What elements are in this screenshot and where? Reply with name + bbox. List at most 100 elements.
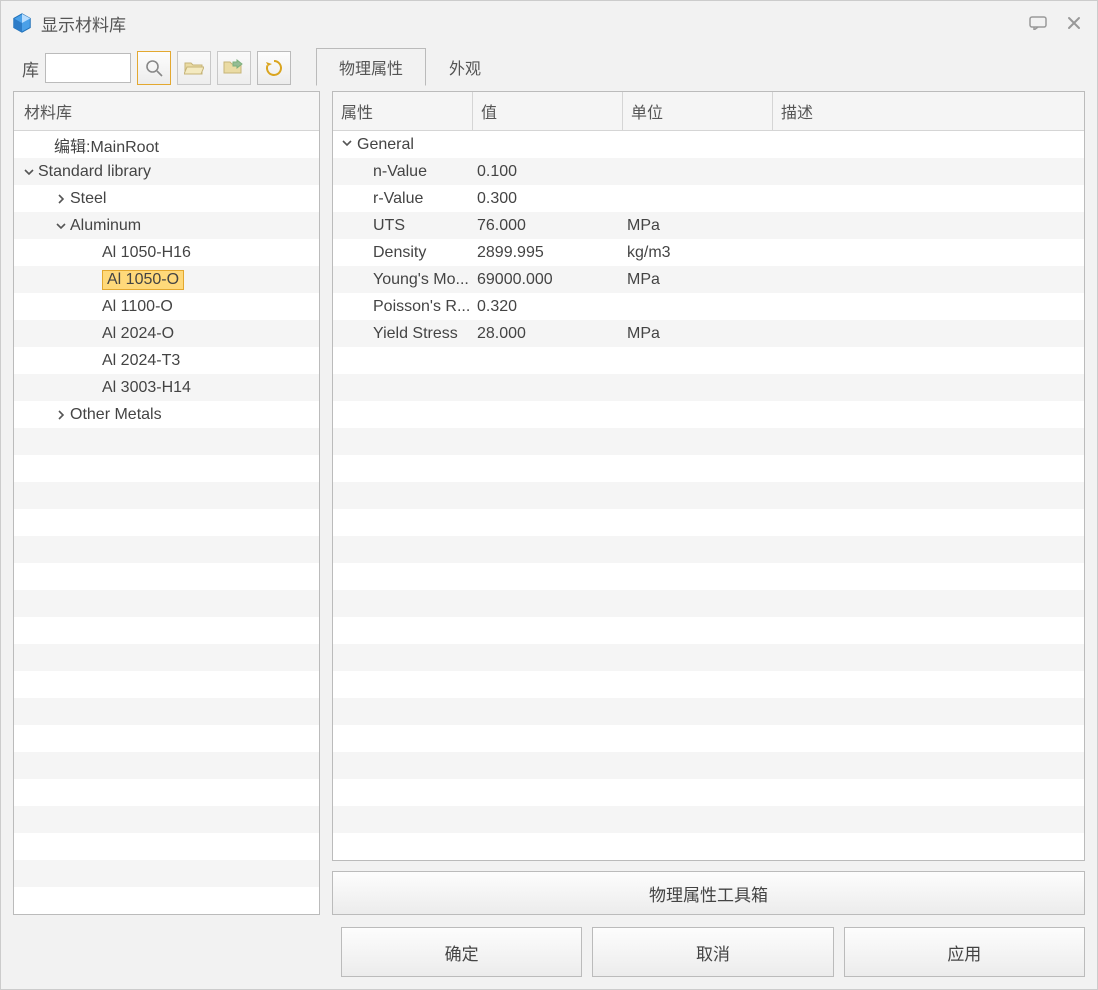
material-tree[interactable]: 编辑:MainRootStandard library Steel Aluminum… (14, 131, 319, 914)
grid-row[interactable]: General (333, 131, 1084, 158)
physical-toolbox-button[interactable]: 物理属性工具箱 (332, 871, 1085, 915)
export-folder-button[interactable] (217, 51, 251, 85)
tree-item-label: Al 1100-O (102, 298, 173, 316)
tree-item-label: Steel (70, 190, 106, 208)
grid-body[interactable]: Generaln-Value0.100r-Value0.300UTS76.000… (333, 131, 1084, 860)
app-icon (11, 12, 33, 34)
grid-row[interactable] (333, 752, 1084, 779)
cancel-button[interactable]: 取消 (592, 927, 833, 977)
group-cell[interactable]: General (333, 136, 473, 154)
tree-row[interactable] (14, 509, 319, 536)
value-cell[interactable]: 69000.000 (473, 271, 623, 289)
tree-row[interactable]: 编辑:MainRoot (14, 131, 319, 158)
tree-row[interactable]: Steel (14, 185, 319, 212)
chevron-down-icon[interactable] (22, 166, 36, 178)
attr-cell: UTS (333, 217, 473, 235)
grid-row[interactable] (333, 779, 1084, 806)
value-cell[interactable]: 0.300 (473, 190, 623, 208)
grid-row[interactable] (333, 617, 1084, 644)
tree-row[interactable] (14, 536, 319, 563)
tree-row[interactable] (14, 725, 319, 752)
chevron-down-icon[interactable] (54, 220, 68, 232)
search-button[interactable] (137, 51, 171, 85)
grid-row[interactable] (333, 428, 1084, 455)
toolbar: 库 物理属性 外观 (1, 45, 1097, 91)
tree-row[interactable] (14, 860, 319, 887)
grid-row[interactable] (333, 509, 1084, 536)
grid-row[interactable] (333, 563, 1084, 590)
tree-row[interactable]: Other Metals (14, 401, 319, 428)
tree-row[interactable] (14, 617, 319, 644)
feedback-icon[interactable] (1025, 13, 1051, 33)
grid-row[interactable] (333, 455, 1084, 482)
refresh-button[interactable] (257, 51, 291, 85)
tree-row[interactable] (14, 428, 319, 455)
value-cell[interactable]: 76.000 (473, 217, 623, 235)
grid-row[interactable] (333, 374, 1084, 401)
library-input[interactable] (45, 53, 131, 83)
open-folder-button[interactable] (177, 51, 211, 85)
tree-row[interactable] (14, 752, 319, 779)
grid-row[interactable] (333, 482, 1084, 509)
material-tree-panel: 材料库 编辑:MainRootStandard library Steel Alum… (13, 91, 320, 915)
grid-row[interactable]: UTS76.000MPa (333, 212, 1084, 239)
tree-item-label: 编辑:MainRoot (54, 133, 159, 157)
grid-row[interactable] (333, 725, 1084, 752)
folder-export-icon (223, 59, 245, 77)
grid-row[interactable] (333, 698, 1084, 725)
tree-row[interactable] (14, 590, 319, 617)
tree-row[interactable]: Al 2024-O (14, 320, 319, 347)
grid-row[interactable] (333, 671, 1084, 698)
chevron-right-icon[interactable] (54, 409, 68, 421)
tree-header: 材料库 (14, 92, 319, 131)
grid-row[interactable]: n-Value0.100 (333, 158, 1084, 185)
tab-physical[interactable]: 物理属性 (316, 48, 426, 86)
tree-row[interactable]: Standard library (14, 158, 319, 185)
value-cell[interactable]: 28.000 (473, 325, 623, 343)
col-header-val[interactable]: 值 (473, 92, 623, 130)
grid-row[interactable]: Poisson's R...0.320 (333, 293, 1084, 320)
col-header-unit[interactable]: 单位 (623, 92, 773, 130)
tree-row[interactable]: Al 3003-H14 (14, 374, 319, 401)
grid-row[interactable] (333, 401, 1084, 428)
tree-row[interactable] (14, 806, 319, 833)
tree-row[interactable] (14, 833, 319, 860)
group-label: General (357, 136, 414, 153)
attr-cell: Young's Mo... (333, 271, 473, 289)
tree-row[interactable]: Al 1100-O (14, 293, 319, 320)
ok-button[interactable]: 确定 (341, 927, 582, 977)
tree-item-label: Al 1050-H16 (102, 244, 191, 262)
grid-row[interactable]: Density2899.995kg/m3 (333, 239, 1084, 266)
col-header-attr[interactable]: 属性 (333, 92, 473, 130)
tree-row[interactable] (14, 671, 319, 698)
tree-row[interactable]: Al 1050-O (14, 266, 319, 293)
chevron-right-icon[interactable] (54, 193, 68, 205)
grid-row[interactable]: Young's Mo...69000.000MPa (333, 266, 1084, 293)
tree-row[interactable] (14, 698, 319, 725)
tree-row[interactable]: Al 1050-H16 (14, 239, 319, 266)
close-icon[interactable] (1061, 13, 1087, 33)
grid-row[interactable] (333, 347, 1084, 374)
tree-row[interactable] (14, 482, 319, 509)
grid-row[interactable] (333, 536, 1084, 563)
material-library-window: 显示材料库 库 (0, 0, 1098, 990)
grid-row[interactable] (333, 833, 1084, 860)
tab-appearance[interactable]: 外观 (426, 48, 504, 85)
value-cell[interactable]: 0.320 (473, 298, 623, 316)
col-header-desc[interactable]: 描述 (773, 92, 1084, 130)
tree-row[interactable] (14, 455, 319, 482)
grid-row[interactable]: r-Value0.300 (333, 185, 1084, 212)
apply-button[interactable]: 应用 (844, 927, 1085, 977)
tree-row[interactable]: Aluminum (14, 212, 319, 239)
grid-row[interactable]: Yield Stress28.000MPa (333, 320, 1084, 347)
chevron-down-icon[interactable] (337, 137, 357, 149)
tree-row[interactable] (14, 563, 319, 590)
grid-row[interactable] (333, 644, 1084, 671)
grid-row[interactable] (333, 590, 1084, 617)
tree-row[interactable] (14, 644, 319, 671)
value-cell[interactable]: 0.100 (473, 163, 623, 181)
value-cell[interactable]: 2899.995 (473, 244, 623, 262)
grid-row[interactable] (333, 806, 1084, 833)
tree-row[interactable] (14, 779, 319, 806)
tree-row[interactable]: Al 2024-T3 (14, 347, 319, 374)
